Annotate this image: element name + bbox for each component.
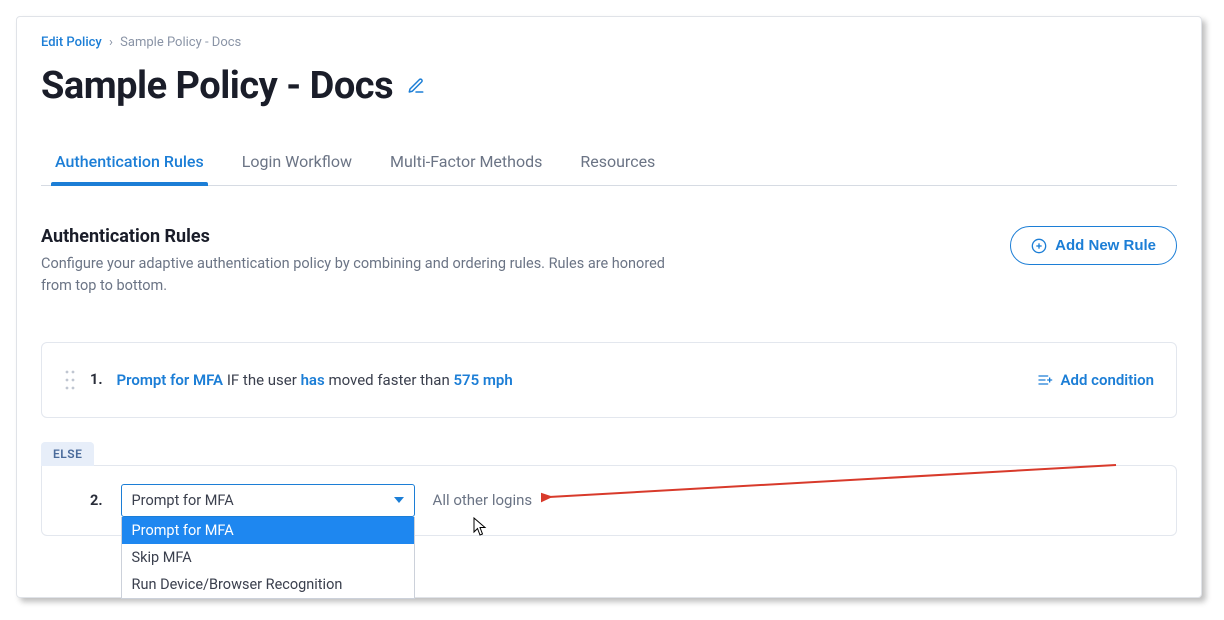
dropdown-option-prompt-mfa[interactable]: Prompt for MFA [122, 517, 414, 544]
action-select-value: Prompt for MFA [132, 492, 234, 509]
chevron-down-icon [394, 497, 404, 503]
rule-card-2: 2. Prompt for MFA Prompt for MFA Skip MF… [41, 465, 1177, 536]
policy-panel: Edit Policy › Sample Policy - Docs Sampl… [16, 16, 1202, 598]
breadcrumb-separator: › [109, 35, 113, 50]
section-description: Configure your adaptive authentication p… [41, 253, 681, 298]
page-title: Sample Policy - Docs [41, 64, 393, 108]
dropdown-option-device-recognition[interactable]: Run Device/Browser Recognition [122, 571, 414, 598]
breadcrumb: Edit Policy › Sample Policy - Docs [41, 17, 1177, 50]
rule-action-link[interactable]: Prompt for MFA [117, 371, 224, 389]
tabs: Authentication Rules Login Workflow Mult… [41, 142, 1177, 186]
else-block: ELSE 2. Prompt for MFA Prompt for MFA Sk… [41, 442, 1177, 536]
drag-handle-icon[interactable] [64, 369, 76, 391]
rule-text-1: Prompt for MFA IF the user has moved fas… [117, 371, 513, 389]
dropdown-option-skip-mfa[interactable]: Skip MFA [122, 544, 414, 571]
action-dropdown: Prompt for MFA Skip MFA Run Device/Brows… [121, 517, 415, 599]
section-title: Authentication Rules [41, 226, 681, 247]
rule-number-1: 1. [90, 371, 103, 388]
cursor-icon [473, 517, 489, 541]
action-select-wrap: Prompt for MFA Prompt for MFA Skip MFA R… [121, 484, 415, 517]
breadcrumb-root-link[interactable]: Edit Policy [41, 35, 102, 50]
tab-multi-factor-methods[interactable]: Multi-Factor Methods [388, 142, 544, 185]
breadcrumb-current: Sample Policy - Docs [120, 35, 241, 50]
section-header: Authentication Rules Configure your adap… [41, 226, 1177, 298]
tab-login-workflow[interactable]: Login Workflow [240, 142, 354, 185]
edit-title-icon[interactable] [407, 77, 425, 95]
add-condition-button[interactable]: Add condition [1037, 371, 1154, 389]
tab-resources[interactable]: Resources [578, 142, 657, 185]
rule-number-2: 2. [90, 492, 103, 509]
section-info: Authentication Rules Configure your adap… [41, 226, 681, 298]
add-condition-label: Add condition [1061, 371, 1154, 389]
action-select[interactable]: Prompt for MFA [121, 484, 415, 517]
else-label: ELSE [41, 442, 94, 466]
add-new-rule-button[interactable]: Add New Rule [1010, 226, 1177, 265]
add-new-rule-label: Add New Rule [1055, 237, 1156, 254]
rule-card-1: 1. Prompt for MFA IF the user has moved … [41, 342, 1177, 418]
tab-authentication-rules[interactable]: Authentication Rules [53, 142, 206, 185]
title-row: Sample Policy - Docs [41, 64, 1177, 108]
all-other-logins-label: All other logins [433, 491, 533, 509]
